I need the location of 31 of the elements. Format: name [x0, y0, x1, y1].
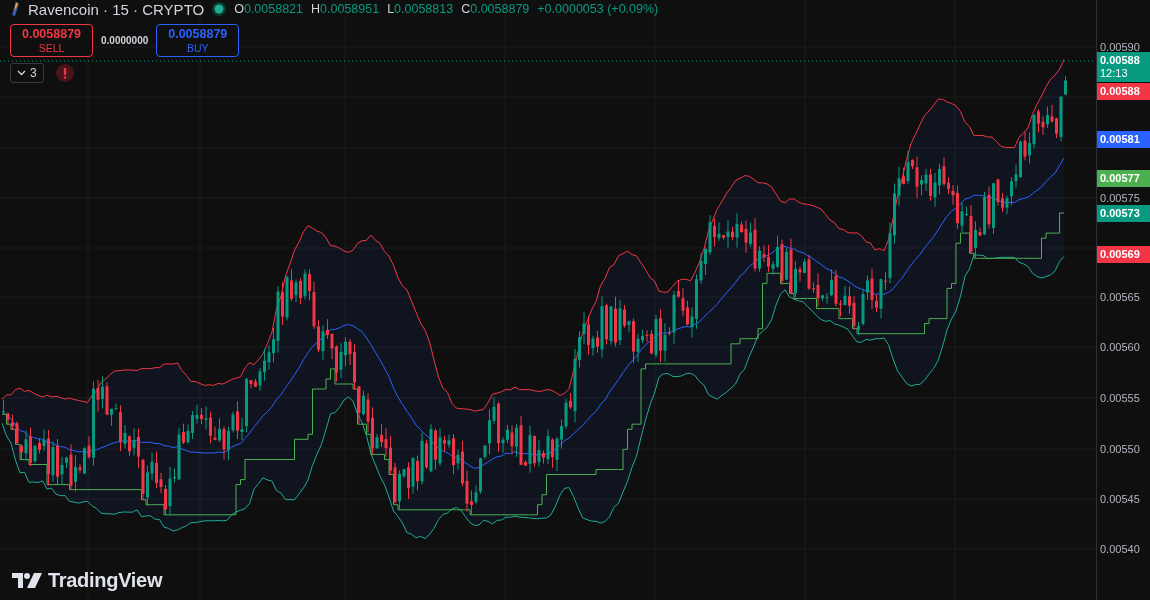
indicators-toggle[interactable]: 3: [10, 63, 44, 83]
buy-button[interactable]: 0.0058879 BUY: [156, 24, 240, 57]
price-tick: 0.00575: [1100, 192, 1140, 204]
sell-button[interactable]: 0.0058879 SELL: [10, 24, 93, 57]
countdown-timer: 12:13: [1100, 67, 1129, 80]
price-label: 0.00569: [1097, 246, 1150, 263]
warning-icon[interactable]: [55, 64, 74, 82]
price-label: 0.00588: [1097, 83, 1150, 100]
price-tick: 0.00545: [1100, 493, 1140, 505]
ohlc-value: H0.0058951: [311, 2, 380, 16]
price-tick: 0.00540: [1100, 543, 1140, 555]
spread-value: 0.0000000: [101, 35, 149, 46]
price-label: 0.00588 12:13: [1097, 52, 1150, 82]
price-tick: 0.00560: [1100, 341, 1140, 353]
ohlc-value: O0.0058821: [234, 2, 303, 16]
symbol-title[interactable]: Ravencoin · 15 · CRYPTO: [28, 0, 205, 18]
price-tick: 0.00550: [1100, 443, 1140, 455]
tradingview-logo-icon: [12, 573, 42, 588]
price-label: 0.00577: [1097, 170, 1150, 187]
price-tick: 0.00555: [1100, 392, 1140, 404]
price-label: 0.00573: [1097, 205, 1150, 222]
market-status-icon: [212, 2, 227, 16]
brand-name: TradingView: [48, 569, 163, 592]
price-tick: 0.00565: [1100, 291, 1140, 303]
ohlc-value: C0.0058879: [461, 2, 530, 16]
price-change: +0.0000053 (+0.09%): [537, 2, 659, 16]
price-tick: 0.00590: [1100, 41, 1140, 53]
coin-logo-icon: [10, 1, 20, 17]
price-label: 0.00581: [1097, 131, 1150, 148]
chevron-down-icon: [17, 70, 26, 76]
ohlc-value: L0.0058813: [387, 2, 454, 16]
